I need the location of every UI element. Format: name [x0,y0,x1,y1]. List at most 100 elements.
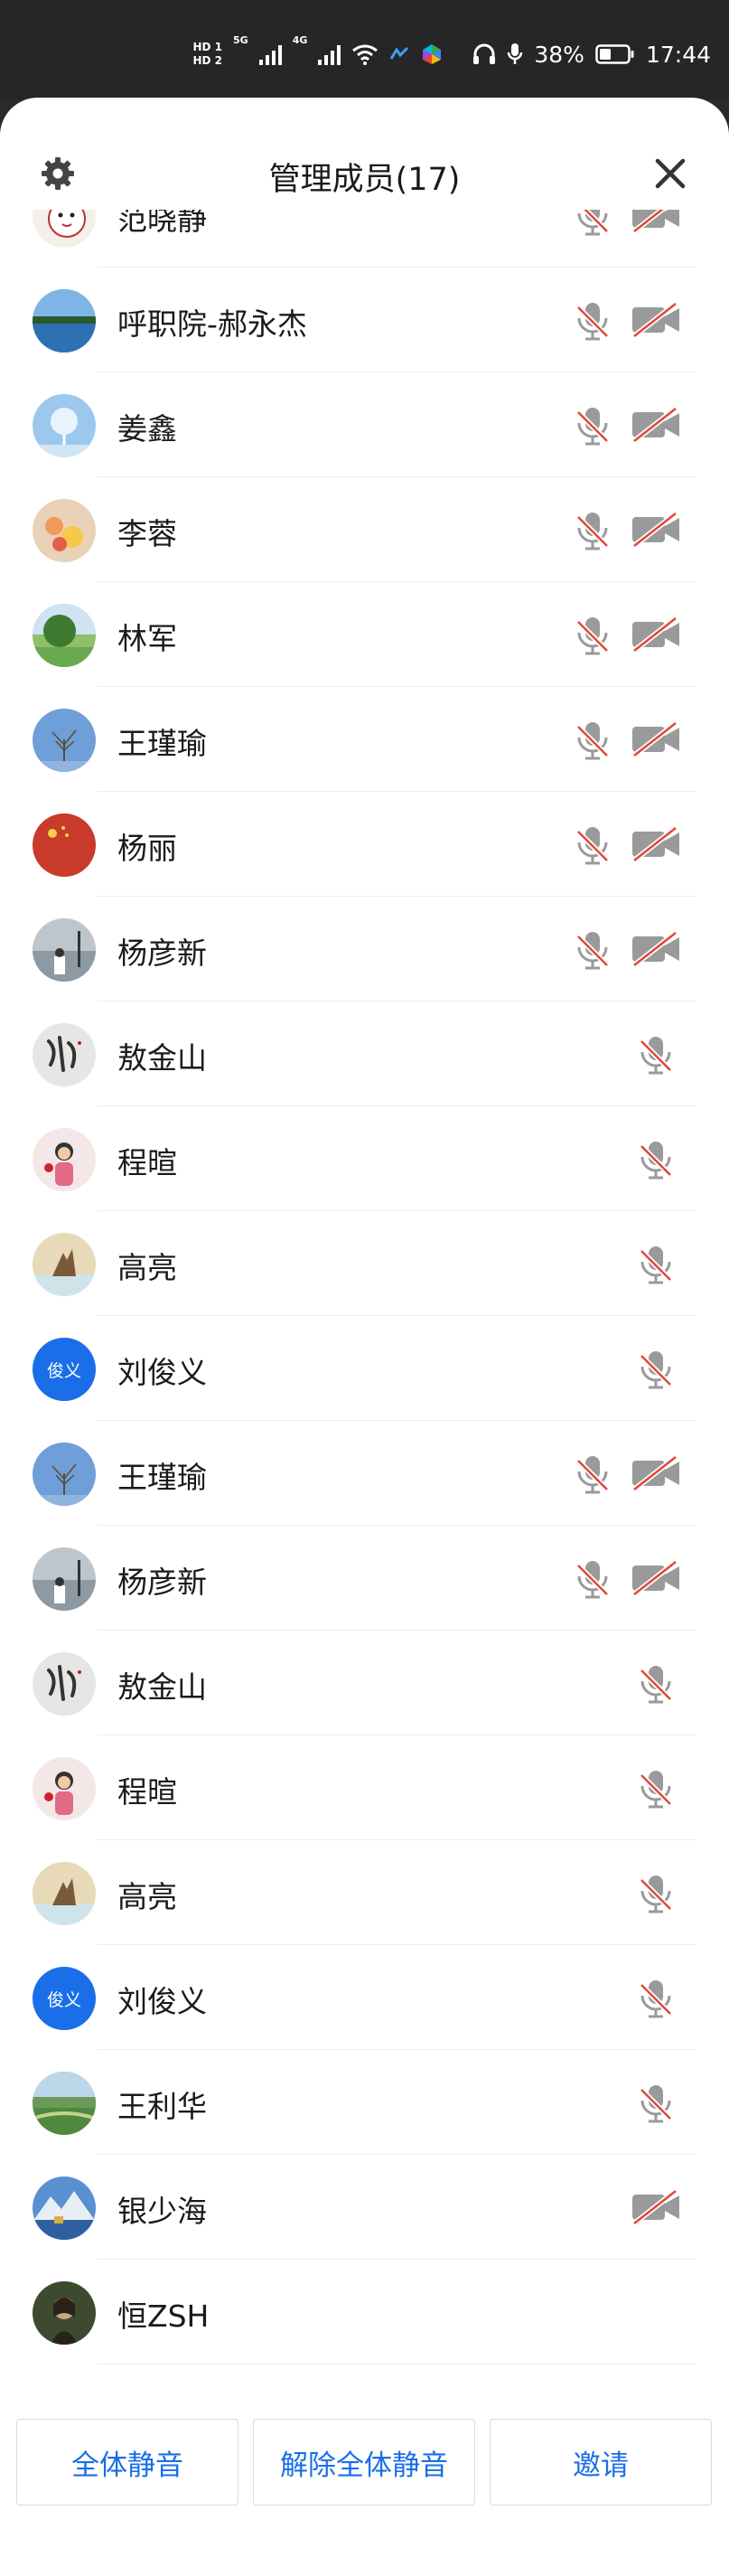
avatar [33,2281,96,2345]
camera-off-icon[interactable] [631,930,681,968]
member-row[interactable]: 敖金山 [0,1631,729,1735]
mic-muted-icon[interactable] [636,1244,676,1285]
member-name: 呼职院-郝永杰 [117,306,307,342]
member-name: 王瑾瑜 [117,1460,207,1495]
page-title: 管理成员(17) [268,162,461,198]
mic-muted-icon[interactable] [573,824,612,866]
camera-off-icon[interactable] [631,210,681,234]
avatar [33,1547,96,1611]
member-row[interactable]: 程暄 [0,1735,729,1840]
member-name: 高亮 [117,1250,177,1285]
member-row[interactable]: 程暄 [0,1106,729,1211]
mic-muted-icon[interactable] [636,1978,676,2019]
avatar [33,499,96,562]
mic-muted-icon[interactable] [573,615,612,656]
headphones-icon [473,43,496,64]
avatar [33,210,96,248]
member-name: 程暄 [117,1145,177,1180]
avatar [33,1128,96,1191]
member-row[interactable]: 杨彦新 [0,1526,729,1631]
camera-off-icon[interactable] [631,1454,681,1492]
invite-button[interactable]: 邀请 [490,2419,712,2505]
app-notification-icon [390,46,409,60]
member-row[interactable]: 王瑾瑜 [0,1421,729,1526]
avatar [33,918,96,982]
mic-muted-icon[interactable] [573,719,612,761]
mic-muted-icon[interactable] [573,210,612,237]
member-row[interactable]: 恒ZSH [0,2260,729,2364]
avatar [33,709,96,772]
status-icons: HD 1 HD 2 5G 4G 38% 17:44 [192,34,711,74]
avatar [33,1652,96,1716]
mic-muted-icon[interactable] [573,1558,612,1600]
member-row[interactable]: 俊义 刘俊义 [0,1945,729,2050]
member-row[interactable]: 敖金山 [0,1001,729,1106]
member-row[interactable]: 姜鑫 [0,372,729,477]
camera-off-icon[interactable] [631,406,681,444]
hd-indicator: HD 1 HD 2 [192,42,222,67]
camera-off-icon[interactable] [631,2188,681,2226]
camera-off-icon[interactable] [631,616,681,653]
mic-muted-icon[interactable] [573,1453,612,1495]
avatar-text: 俊义 [46,1989,81,2010]
hd-line-1: HD 1 [192,41,222,53]
wifi-icon [352,44,379,65]
avatar [33,1233,96,1296]
avatar [33,1443,96,1506]
avatar: 俊义 [33,1338,96,1401]
camera-off-icon[interactable] [631,720,681,758]
avatar [33,289,96,353]
mic-muted-icon[interactable] [636,1873,676,1914]
clock: 17:44 [645,41,711,68]
mic-muted-icon[interactable] [573,929,612,971]
mic-muted-icon[interactable] [636,1139,676,1180]
member-row[interactable]: 林军 [0,582,729,687]
status-bar: HD 1 HD 2 5G 4G 38% 17:44 [0,0,729,99]
member-row[interactable]: 王利华 [0,2050,729,2155]
camera-off-icon[interactable] [631,511,681,549]
avatar [33,604,96,667]
avatar [33,394,96,457]
member-row[interactable]: 杨彦新 [0,897,729,1001]
member-row[interactable]: 李蓉 [0,477,729,582]
unmute-all-button[interactable]: 解除全体静音 [253,2419,475,2505]
member-row[interactable]: 杨丽 [0,792,729,897]
mic-muted-icon[interactable] [636,1349,676,1390]
member-name: 敖金山 [117,1669,207,1705]
mic-muted-icon[interactable] [573,510,612,551]
signal-icon [258,43,282,65]
member-name: 刘俊义 [117,1984,207,2019]
member-row[interactable]: 范晓静 [0,210,729,268]
member-name: 高亮 [117,1879,177,1914]
avatar [33,1862,96,1925]
member-row[interactable]: 王瑾瑜 [0,687,729,792]
network-5g: 5G [233,34,248,46]
member-name: 敖金山 [117,1040,207,1076]
mic-muted-icon[interactable] [573,405,612,447]
member-list: 范晓静 呼职院-郝永杰 姜鑫 李蓉 林军 王瑾瑜 杨丽 杨彦新 敖金山 程暄 高… [0,210,729,2478]
action-bar: 全体静音 解除全体静音 邀请 [0,2408,729,2516]
camera-off-icon[interactable] [631,1559,681,1597]
member-name: 范晓静 [117,210,207,237]
avatar [33,2072,96,2135]
close-icon[interactable] [652,155,688,192]
mic-muted-icon[interactable] [573,300,612,342]
mic-muted-icon[interactable] [636,1768,676,1810]
member-row[interactable]: 高亮 [0,1840,729,1945]
hd-line-2: HD 2 [192,54,222,67]
member-row[interactable]: 银少海 [0,2155,729,2260]
camera-off-icon[interactable] [631,825,681,863]
avatar: 俊义 [33,1967,96,2030]
member-row[interactable]: 呼职院-郝永杰 [0,268,729,372]
member-row[interactable]: 高亮 [0,1211,729,1316]
member-name: 林军 [117,621,177,656]
mute-all-button[interactable]: 全体静音 [16,2419,238,2505]
camera-off-icon[interactable] [631,301,681,339]
signal-icon-2 [318,43,341,65]
member-row[interactable]: 俊义 刘俊义 [0,1316,729,1421]
mic-muted-icon[interactable] [636,1034,676,1076]
microphone-status-icon [508,43,523,64]
mic-muted-icon[interactable] [636,2082,676,2124]
mic-muted-icon[interactable] [636,1663,676,1705]
colorful-app-icon [423,44,442,64]
